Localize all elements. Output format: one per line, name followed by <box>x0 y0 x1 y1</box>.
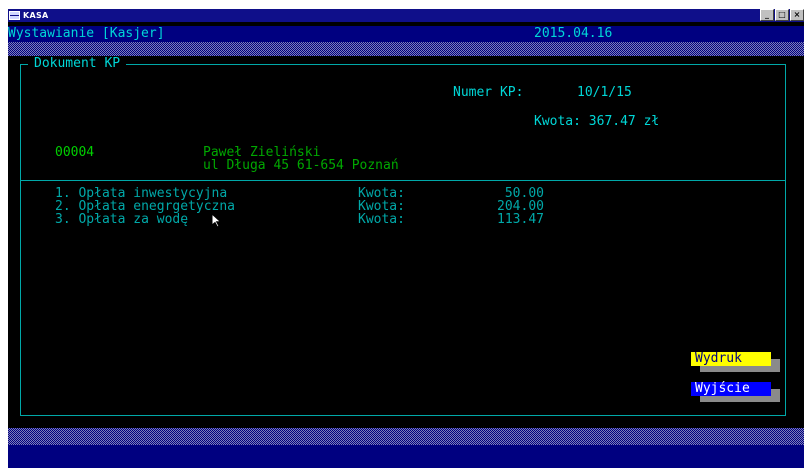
print-button-label: Wydruk <box>691 352 771 366</box>
document-frame <box>20 64 786 416</box>
item-label: 3. Opłata za wodę <box>55 212 189 227</box>
customer-id: 00004 <box>55 145 95 160</box>
header-bar: Wystawianie [Kasjer] 2015.04.16 <box>8 26 804 42</box>
item-amount: 113.47 <box>497 212 544 227</box>
amount-total: Kwota: 367.47 zł <box>534 114 660 129</box>
divider <box>21 180 785 181</box>
exit-button-label: Wyjście <box>691 382 771 396</box>
pattern-band-bottom <box>8 428 804 445</box>
customer-address: ul Długa 45 61-654 Poznań <box>203 158 399 173</box>
item-amount-label: Kwota: <box>358 212 405 227</box>
number-label: Numer KP: <box>453 85 524 100</box>
window-title: KASA <box>23 11 49 20</box>
title-bar: KASA _ □ × <box>0 0 804 22</box>
window-controls: _ □ × <box>759 9 804 22</box>
console-area: Wystawianie [Kasjer] 2015.04.16 Dokument… <box>8 22 804 468</box>
minimize-button[interactable]: _ <box>760 9 774 21</box>
screen-title: Wystawianie [Kasjer] <box>8 26 165 41</box>
app-window: KASA _ □ × Wystawianie [Kasjer] 2015.04.… <box>0 0 804 468</box>
print-button[interactable]: Wydruk <box>691 352 780 372</box>
status-bar <box>8 445 804 468</box>
document-panel: Dokument KP Numer KP: 10/1/15 Kwota: 367… <box>8 56 804 428</box>
header-date: 2015.04.16 <box>534 26 613 41</box>
exit-button[interactable]: Wyjście <box>691 382 780 402</box>
pattern-band-top <box>8 42 804 56</box>
mouse-pointer-icon <box>211 213 222 228</box>
number-value: 10/1/15 <box>577 85 632 100</box>
maximize-button[interactable]: □ <box>775 9 789 21</box>
frame-title: Dokument KP <box>28 57 127 71</box>
app-icon <box>9 11 20 20</box>
title-bar-inner: KASA _ □ × <box>8 9 804 22</box>
close-button[interactable]: × <box>790 9 804 21</box>
